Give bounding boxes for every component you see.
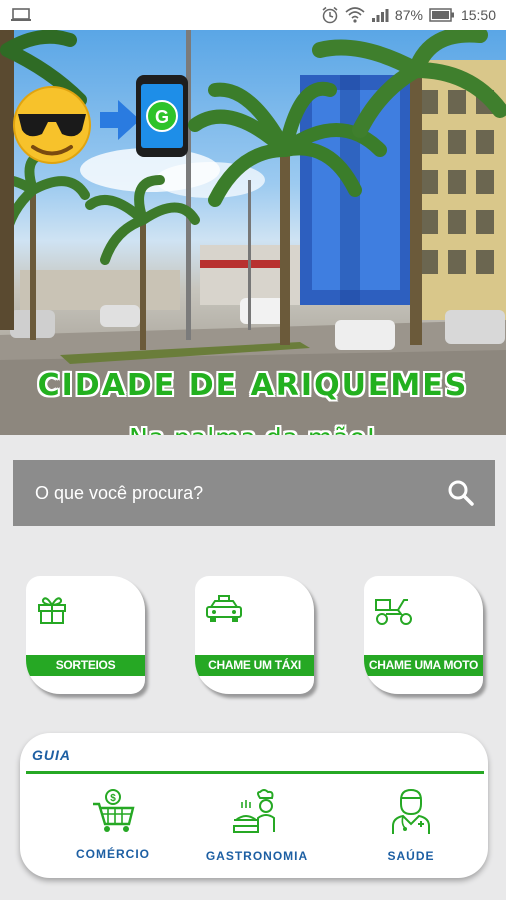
guide-title: GUIA <box>32 747 71 763</box>
search-placeholder: O que você procura? <box>35 482 204 503</box>
city-banner: G CIDADE DE ARIQUEMES Na palma da mão! <box>0 30 506 435</box>
status-bar: 87% 15:50 <box>0 0 506 30</box>
guide-item-comercio[interactable]: $ COMÉRCIO <box>58 788 168 861</box>
guide-item-gastronomia[interactable]: GASTRONOMIA <box>197 788 317 863</box>
status-time: 15:50 <box>460 7 496 23</box>
search-bar[interactable]: O que você procura? <box>13 460 495 526</box>
sunglasses-emoji <box>13 86 91 164</box>
search-icon[interactable] <box>447 479 475 507</box>
phone-letter: G <box>155 107 169 127</box>
card-label: SORTEIOS <box>26 655 145 676</box>
card-sorteios[interactable]: SORTEIOS <box>26 576 145 694</box>
guide-item-label: SAÚDE <box>387 849 435 863</box>
shopping-cart-icon: $ <box>93 789 135 832</box>
battery-percent: 87% <box>394 7 423 23</box>
arrow-right-icon <box>100 100 140 140</box>
card-moto[interactable]: CHAME UMA MOTO <box>364 576 483 694</box>
svg-text:$: $ <box>110 793 116 804</box>
guide-item-label: COMÉRCIO <box>76 847 150 861</box>
scooter-icon <box>375 599 412 625</box>
banner-subtitle: Na palma da mão! <box>0 423 506 435</box>
card-label: CHAME UM TÁXI <box>195 655 314 676</box>
signal-icon <box>371 9 389 22</box>
guide-divider <box>26 771 484 774</box>
card-label: CHAME UMA MOTO <box>364 655 483 676</box>
battery-icon <box>429 8 454 22</box>
laptop-icon <box>11 8 31 21</box>
taxi-icon <box>206 595 242 622</box>
wifi-icon <box>345 7 365 23</box>
chef-icon <box>233 789 275 833</box>
alarm-icon <box>322 6 338 24</box>
banner-title: CIDADE DE ARIQUEMES <box>37 368 469 403</box>
guide-item-label: GASTRONOMIA <box>205 849 309 863</box>
gift-icon <box>38 597 66 624</box>
guide-panel: GUIA $ COMÉRCIO GASTRONOMIA SAÚDE <box>20 733 488 878</box>
card-taxi[interactable]: CHAME UM TÁXI <box>195 576 314 694</box>
doctor-icon <box>392 788 430 834</box>
guide-item-saude[interactable]: SAÚDE <box>356 788 466 863</box>
